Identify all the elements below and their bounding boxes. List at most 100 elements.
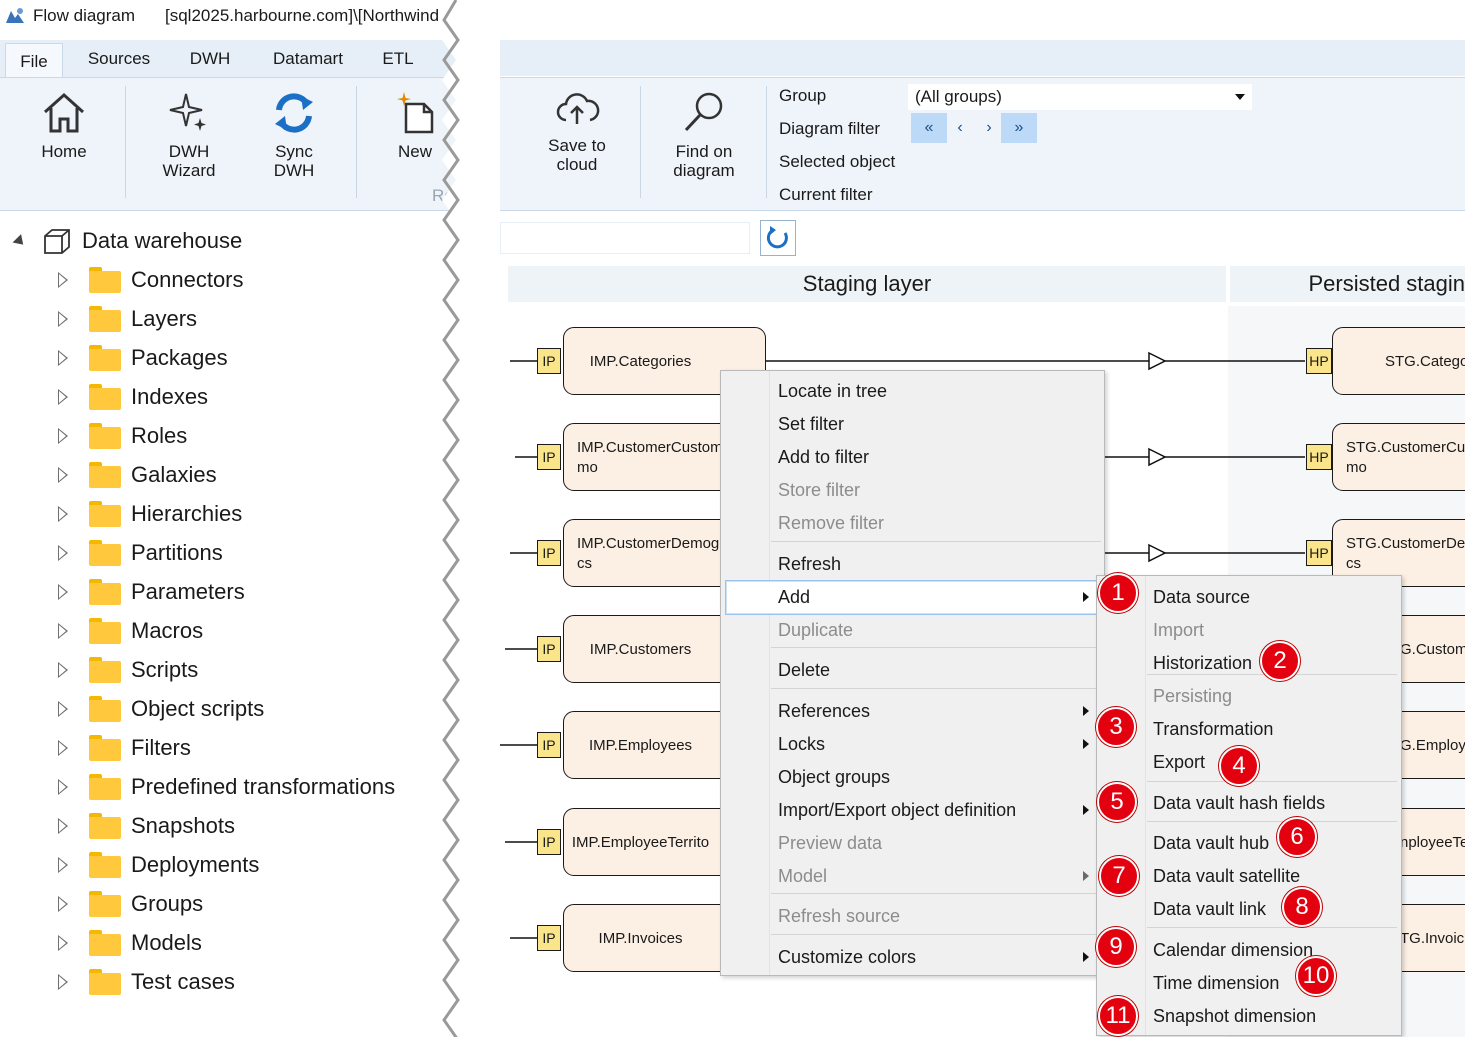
submenu-arrow-icon [1083, 805, 1089, 815]
callout-badge: 10 [1296, 956, 1336, 996]
node-label: G.Custom [1400, 640, 1465, 658]
context-menu-item[interactable]: Refresh source [721, 900, 1104, 933]
callout-badge: 5 [1097, 782, 1137, 822]
callout-badge: 9 [1096, 927, 1136, 967]
node-label: IMP.Employees [588, 736, 693, 754]
node-label: nployeeTe [1400, 833, 1465, 851]
context-menu: Locate in tree Set filter Add to filter Sto… [720, 370, 1105, 976]
menu-separator [1147, 927, 1397, 928]
menu-item-label: Store filter [778, 480, 861, 500]
node-tag: IP [537, 540, 561, 566]
menu-item-label: Import [1153, 620, 1205, 640]
menu-item-label: Persisting [1153, 686, 1233, 706]
submenu-item[interactable]: Historization [1097, 647, 1401, 680]
node-label: STG.CustomerDer cs [1346, 535, 1465, 572]
menu-item-label: Add to filter [778, 447, 870, 467]
menu-separator [1147, 781, 1397, 782]
node-label: IMP.CustomerCustom mo [577, 439, 723, 476]
context-menu-item[interactable]: Add [725, 580, 1099, 615]
menu-item-label: Data vault hash fields [1153, 793, 1326, 813]
submenu-item[interactable]: Data vault hub [1097, 827, 1401, 860]
submenu-item[interactable]: Data vault satellite [1097, 860, 1401, 893]
context-menu-item[interactable]: Refresh [721, 548, 1104, 581]
menu-item-label: Add [778, 587, 811, 607]
diagram-node[interactable]: STG.CustomerCus mo [1332, 423, 1465, 491]
submenu-arrow-icon [1083, 739, 1089, 749]
menu-separator [771, 647, 1101, 648]
menu-item-label: Data source [1153, 587, 1251, 607]
menu-item-label: Remove filter [778, 513, 885, 533]
context-menu-item[interactable]: Import/Export object definition [721, 794, 1104, 827]
callout-badge: 3 [1096, 707, 1136, 747]
node-label: STG.Categor [1385, 352, 1465, 370]
menu-item-label: Locks [778, 734, 826, 754]
submenu-arrow-icon [1083, 706, 1089, 716]
callout-badge: 6 [1277, 817, 1317, 857]
submenu-item[interactable]: Time dimension [1097, 967, 1401, 1000]
context-menu-item[interactable]: Add to filter [721, 441, 1104, 474]
menu-item-label: Object groups [778, 767, 891, 787]
context-menu-item[interactable]: Delete [721, 654, 1104, 687]
menu-separator [771, 893, 1101, 894]
menu-item-label: Calendar dimension [1153, 940, 1314, 960]
submenu-item[interactable]: Data source [1097, 581, 1401, 614]
context-menu-item[interactable]: Set filter [721, 408, 1104, 441]
menu-separator [1147, 821, 1397, 822]
submenu-item[interactable]: Data vault hash fields [1097, 787, 1401, 820]
add-submenu: Data source Import Historization Persisting… [1096, 575, 1402, 1036]
node-tag: IP [537, 829, 561, 855]
submenu-arrow-icon [1083, 952, 1089, 962]
menu-item-label: Export [1153, 752, 1206, 772]
node-label: STG.CustomerCus mo [1346, 439, 1465, 476]
submenu-item[interactable]: Import [1097, 614, 1401, 647]
context-menu-item[interactable]: Object groups [721, 761, 1104, 794]
node-tag: IP [537, 732, 561, 758]
node-label: IMP.CustomerDemog cs [577, 535, 720, 572]
context-menu-item[interactable]: Customize colors [721, 941, 1104, 974]
node-tag: HP [1306, 540, 1332, 566]
menu-item-label: Data vault satellite [1153, 866, 1301, 886]
node-label: TG.Invoic [1400, 929, 1465, 947]
menu-item-label: Locate in tree [778, 381, 888, 401]
menu-item-label: Duplicate [778, 620, 854, 640]
node-label: G.Employ [1400, 736, 1465, 754]
context-menu-item[interactable]: Preview data [721, 827, 1104, 860]
node-label: IMP.EmployeeTerrito [571, 833, 710, 851]
menu-item-label: Delete [778, 660, 831, 680]
menu-item-label: Import/Export object definition [778, 800, 1017, 820]
context-menu-item[interactable]: Remove filter [721, 507, 1104, 540]
submenu-item[interactable]: Data vault link [1097, 893, 1401, 926]
menu-item-label: Refresh [778, 554, 842, 574]
node-tag: HP [1306, 348, 1332, 374]
menu-item-label: Time dimension [1153, 973, 1280, 993]
callout-badge: 4 [1219, 746, 1259, 786]
context-menu-item[interactable]: Duplicate [721, 614, 1104, 647]
context-menu-item[interactable]: References [721, 695, 1104, 728]
menu-item-label: Data vault link [1153, 899, 1267, 919]
submenu-arrow-icon [1083, 871, 1089, 881]
menu-item-label: Set filter [778, 414, 845, 434]
callout-badge: 7 [1099, 856, 1139, 896]
context-menu-item[interactable]: Store filter [721, 474, 1104, 507]
callout-badge: 8 [1282, 887, 1322, 927]
menu-item-label: Historization [1153, 653, 1253, 673]
menu-item-label: Customize colors [778, 947, 917, 967]
callout-badge: 11 [1098, 996, 1138, 1036]
node-tag: IP [537, 925, 561, 951]
context-menu-item[interactable]: Locate in tree [721, 375, 1104, 408]
diagram-node[interactable]: STG.Categor [1332, 327, 1465, 395]
node-label: IMP.Invoices [598, 929, 683, 947]
menu-separator [771, 688, 1101, 689]
menu-item-label: Refresh source [778, 906, 901, 926]
callout-badge: 2 [1260, 641, 1300, 681]
context-menu-item[interactable]: Model [721, 860, 1104, 893]
node-label: IMP.Categories [589, 352, 692, 370]
submenu-item[interactable]: Transformation [1097, 713, 1401, 746]
menu-separator [771, 934, 1101, 935]
context-menu-item[interactable]: Locks [721, 728, 1104, 761]
submenu-item[interactable]: Snapshot dimension [1097, 1000, 1401, 1033]
node-tag: IP [537, 636, 561, 662]
submenu-item[interactable]: Persisting [1097, 680, 1401, 713]
menu-item-label: Preview data [778, 833, 883, 853]
submenu-item[interactable]: Calendar dimension [1097, 934, 1401, 967]
